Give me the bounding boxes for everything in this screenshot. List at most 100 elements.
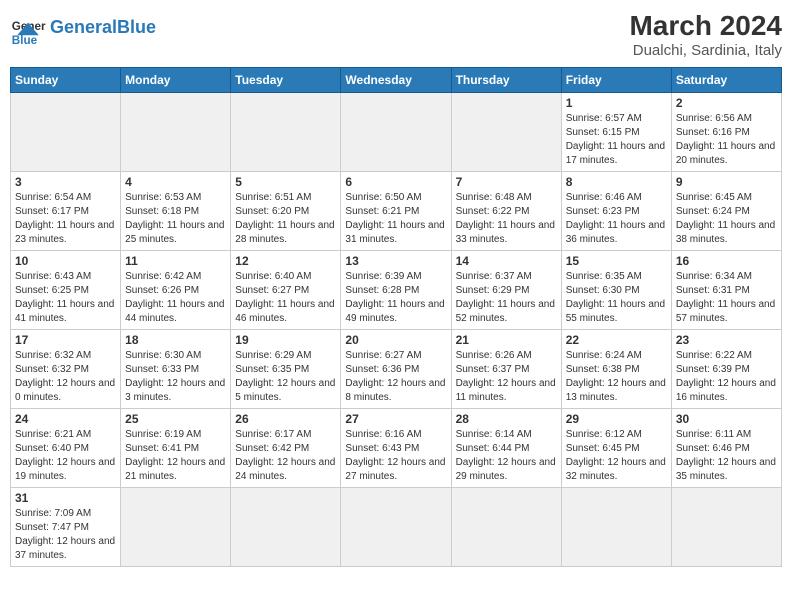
calendar-day-cell: 25Sunrise: 6:19 AM Sunset: 6:41 PM Dayli… [121,409,231,488]
day-info: Sunrise: 6:24 AM Sunset: 6:38 PM Dayligh… [566,349,667,405]
day-info: Sunrise: 6:11 AM Sunset: 6:46 PM Dayligh… [676,428,777,484]
calendar-day-cell [231,488,341,567]
calendar-week-row: 24 Sunrise: 6:21 AM Sunset: 6:40 PM Dayli… [11,409,782,488]
day-number: 4 [125,175,226,189]
day-info: Sunrise: 6:48 AM Sunset: 6:22 PM Dayligh… [456,191,557,247]
calendar-week-row: 1 Sunrise: 6:57 AM Sunset: 6:15 PM Daylig… [11,93,782,172]
calendar-day-cell: 16Sunrise: 6:34 AM Sunset: 6:31 PM Dayli… [671,251,781,330]
day-number: 13 [345,254,446,268]
calendar-day-cell: 29Sunrise: 6:12 AM Sunset: 6:45 PM Dayli… [561,409,671,488]
day-number: 1 [566,96,667,110]
month-title: March 2024 [629,10,782,42]
calendar-week-row: 3Sunrise: 6:54 AM Sunset: 6:17 PM Daylig… [11,172,782,251]
calendar-day-cell: 15 Sunrise: 6:35 AM Sunset: 6:30 PM Dayli… [561,251,671,330]
day-number: 30 [676,412,777,426]
calendar-day-cell: 3Sunrise: 6:54 AM Sunset: 6:17 PM Daylig… [11,172,121,251]
day-info: Sunrise: 6:45 AM Sunset: 6:24 PM Dayligh… [676,191,777,247]
day-info: Sunrise: 6:26 AM Sunset: 6:37 PM Dayligh… [456,349,557,405]
day-number: 26 [235,412,336,426]
day-number: 28 [456,412,557,426]
calendar-day-cell: 21Sunrise: 6:26 AM Sunset: 6:37 PM Dayli… [451,330,561,409]
day-info: Sunrise: 6:37 AM Sunset: 6:29 PM Dayligh… [456,270,557,326]
day-info: Sunrise: 6:14 AM Sunset: 6:44 PM Dayligh… [456,428,557,484]
day-info: Sunrise: 6:39 AM Sunset: 6:28 PM Dayligh… [345,270,446,326]
day-number: 16 [676,254,777,268]
calendar-day-cell: 17 Sunrise: 6:32 AM Sunset: 6:32 PM Dayli… [11,330,121,409]
calendar-day-cell: 13 Sunrise: 6:39 AM Sunset: 6:28 PM Dayli… [341,251,451,330]
calendar-day-cell: 22 Sunrise: 6:24 AM Sunset: 6:38 PM Dayli… [561,330,671,409]
weekday-header-cell: Wednesday [341,68,451,93]
svg-text:Blue: Blue [12,34,38,46]
calendar-day-cell: 23Sunrise: 6:22 AM Sunset: 6:39 PM Dayli… [671,330,781,409]
day-number: 15 [566,254,667,268]
day-info: Sunrise: 6:35 AM Sunset: 6:30 PM Dayligh… [566,270,667,326]
calendar-day-cell: 26 Sunrise: 6:17 AM Sunset: 6:42 PM Dayli… [231,409,341,488]
calendar-day-cell: 19Sunrise: 6:29 AM Sunset: 6:35 PM Dayli… [231,330,341,409]
day-info: Sunrise: 6:32 AM Sunset: 6:32 PM Dayligh… [15,349,116,405]
header: General Blue GeneralBlue March 2024 Dual… [10,10,782,59]
day-number: 27 [345,412,446,426]
day-info: Sunrise: 6:46 AM Sunset: 6:23 PM Dayligh… [566,191,667,247]
calendar-day-cell: 30 Sunrise: 6:11 AM Sunset: 6:46 PM Dayli… [671,409,781,488]
weekday-header-cell: Friday [561,68,671,93]
day-number: 20 [345,333,446,347]
calendar-day-cell: 9Sunrise: 6:45 AM Sunset: 6:24 PM Daylig… [671,172,781,251]
day-info: Sunrise: 6:17 AM Sunset: 6:42 PM Dayligh… [235,428,336,484]
day-number: 6 [345,175,446,189]
calendar-day-cell: 5 Sunrise: 6:51 AM Sunset: 6:20 PM Daylig… [231,172,341,251]
calendar-day-cell: 7 Sunrise: 6:48 AM Sunset: 6:22 PM Daylig… [451,172,561,251]
weekday-header-cell: Saturday [671,68,781,93]
logo-icon: General Blue [10,10,46,46]
day-number: 5 [235,175,336,189]
location-title: Dualchi, Sardinia, Italy [629,42,782,59]
day-info: Sunrise: 6:53 AM Sunset: 6:18 PM Dayligh… [125,191,226,247]
calendar-day-cell: 20 Sunrise: 6:27 AM Sunset: 6:36 PM Dayli… [341,330,451,409]
calendar-week-row: 10 Sunrise: 6:43 AM Sunset: 6:25 PM Dayli… [11,251,782,330]
day-number: 7 [456,175,557,189]
day-info: Sunrise: 6:42 AM Sunset: 6:26 PM Dayligh… [125,270,226,326]
day-number: 22 [566,333,667,347]
calendar-week-row: 31 Sunrise: 7:09 AM Sunset: 7:47 PM Dayli… [11,488,782,567]
calendar-day-cell: 2 Sunrise: 6:56 AM Sunset: 6:16 PM Daylig… [671,93,781,172]
day-number: 2 [676,96,777,110]
logo-text: GeneralBlue [50,18,156,38]
calendar-week-row: 17 Sunrise: 6:32 AM Sunset: 6:32 PM Dayli… [11,330,782,409]
day-info: Sunrise: 6:16 AM Sunset: 6:43 PM Dayligh… [345,428,446,484]
day-number: 12 [235,254,336,268]
day-number: 8 [566,175,667,189]
day-number: 17 [15,333,116,347]
day-number: 25 [125,412,226,426]
calendar-day-cell: 4 Sunrise: 6:53 AM Sunset: 6:18 PM Daylig… [121,172,231,251]
calendar-day-cell [341,488,451,567]
day-info: Sunrise: 6:51 AM Sunset: 6:20 PM Dayligh… [235,191,336,247]
day-info: Sunrise: 7:09 AM Sunset: 7:47 PM Dayligh… [15,507,116,563]
day-info: Sunrise: 6:40 AM Sunset: 6:27 PM Dayligh… [235,270,336,326]
day-info: Sunrise: 6:27 AM Sunset: 6:36 PM Dayligh… [345,349,446,405]
calendar-day-cell [561,488,671,567]
calendar-day-cell: 10 Sunrise: 6:43 AM Sunset: 6:25 PM Dayli… [11,251,121,330]
title-area: March 2024 Dualchi, Sardinia, Italy [629,10,782,59]
day-info: Sunrise: 6:22 AM Sunset: 6:39 PM Dayligh… [676,349,777,405]
calendar-day-cell [231,93,341,172]
day-number: 10 [15,254,116,268]
day-number: 11 [125,254,226,268]
calendar-day-cell: 27 Sunrise: 6:16 AM Sunset: 6:43 PM Dayli… [341,409,451,488]
day-info: Sunrise: 6:12 AM Sunset: 6:45 PM Dayligh… [566,428,667,484]
weekday-header-cell: Tuesday [231,68,341,93]
day-info: Sunrise: 6:54 AM Sunset: 6:17 PM Dayligh… [15,191,116,247]
calendar-day-cell: 6Sunrise: 6:50 AM Sunset: 6:21 PM Daylig… [341,172,451,251]
day-number: 24 [15,412,116,426]
day-number: 18 [125,333,226,347]
day-info: Sunrise: 6:43 AM Sunset: 6:25 PM Dayligh… [15,270,116,326]
day-number: 31 [15,491,116,505]
logo: General Blue GeneralBlue [10,10,156,46]
calendar-day-cell [121,488,231,567]
calendar: SundayMondayTuesdayWednesdayThursdayFrid… [10,67,782,567]
day-info: Sunrise: 6:57 AM Sunset: 6:15 PM Dayligh… [566,112,667,168]
day-info: Sunrise: 6:56 AM Sunset: 6:16 PM Dayligh… [676,112,777,168]
day-info: Sunrise: 6:21 AM Sunset: 6:40 PM Dayligh… [15,428,116,484]
calendar-day-cell: 8 Sunrise: 6:46 AM Sunset: 6:23 PM Daylig… [561,172,671,251]
day-info: Sunrise: 6:30 AM Sunset: 6:33 PM Dayligh… [125,349,226,405]
day-info: Sunrise: 6:29 AM Sunset: 6:35 PM Dayligh… [235,349,336,405]
calendar-day-cell [451,93,561,172]
